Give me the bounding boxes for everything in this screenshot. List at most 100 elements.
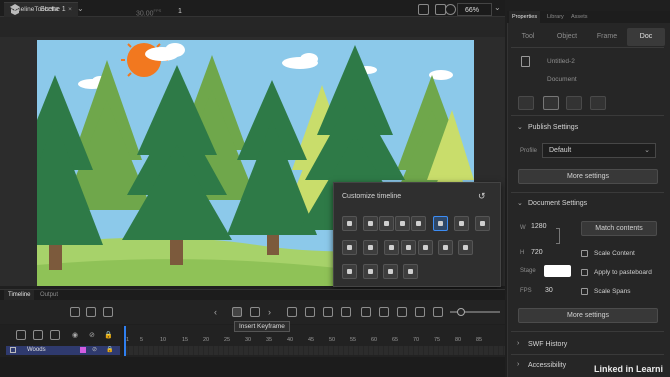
delete-layer-icon[interactable] bbox=[50, 330, 60, 340]
insert-keyframe-icon[interactable] bbox=[232, 307, 242, 317]
step-forward-icon[interactable] bbox=[403, 264, 418, 279]
layer-name[interactable]: Woods bbox=[27, 347, 46, 353]
tab-properties[interactable]: Properties bbox=[509, 11, 541, 23]
tab-object[interactable]: Object bbox=[547, 28, 587, 46]
loop-icon[interactable] bbox=[323, 307, 333, 317]
blank-frame-icon[interactable] bbox=[454, 216, 469, 231]
layer-frames[interactable] bbox=[124, 346, 505, 355]
blank-keyframe-icon[interactable] bbox=[379, 216, 394, 231]
current-frame[interactable]: 1 bbox=[178, 8, 182, 15]
onion-skin-icon[interactable] bbox=[287, 307, 297, 317]
tab-frame[interactable]: Frame bbox=[587, 28, 627, 46]
tab-tool[interactable]: Tool bbox=[509, 28, 547, 46]
chevron-right-icon[interactable]: › bbox=[268, 308, 278, 318]
clear-icon[interactable] bbox=[401, 240, 416, 255]
new-folder-icon[interactable] bbox=[33, 330, 43, 340]
text-icon[interactable] bbox=[411, 216, 426, 231]
properties-subtabs: Tool Object Frame Doc bbox=[509, 28, 666, 46]
fps-label: FPS bbox=[520, 288, 532, 294]
height-label: H bbox=[520, 250, 525, 256]
zoom-slider-handle[interactable] bbox=[457, 308, 465, 316]
new-layer-icon[interactable] bbox=[16, 330, 26, 340]
step-forward-icon[interactable] bbox=[415, 307, 425, 317]
layer-row[interactable] bbox=[6, 346, 120, 355]
tab-doc[interactable]: Doc bbox=[627, 28, 665, 46]
height-value[interactable]: 720 bbox=[531, 249, 543, 256]
stage-color-swatch[interactable] bbox=[544, 265, 571, 277]
visibility-icon[interactable]: ⊘ bbox=[92, 346, 97, 353]
chevron-right-icon[interactable] bbox=[475, 216, 490, 231]
rulers-icon[interactable] bbox=[566, 96, 582, 110]
paste-icon[interactable] bbox=[458, 240, 473, 255]
show-all-icon[interactable]: ◉ bbox=[72, 331, 78, 339]
chevron-left-icon[interactable]: ‹ bbox=[214, 308, 224, 318]
copy-icon[interactable] bbox=[438, 240, 453, 255]
center-icon[interactable] bbox=[418, 240, 433, 255]
tab-timeline[interactable]: Timeline bbox=[4, 290, 35, 300]
center-stage-icon[interactable] bbox=[445, 4, 456, 15]
chevron-down-icon: ⌄ bbox=[644, 147, 650, 154]
loop-playback-icon[interactable] bbox=[342, 264, 357, 279]
chevron-down-icon[interactable]: ⌄ bbox=[77, 4, 84, 13]
loop-icon[interactable] bbox=[384, 240, 399, 255]
match-contents-button[interactable]: Match contents bbox=[581, 221, 657, 236]
tab-library[interactable]: Library bbox=[544, 11, 567, 23]
hide-all-icon[interactable]: ⊘ bbox=[89, 331, 95, 339]
publish-more-settings-button[interactable]: More settings bbox=[518, 169, 658, 184]
paste-icon[interactable] bbox=[341, 307, 351, 317]
fps-field[interactable]: 30 bbox=[545, 287, 553, 294]
chevron-left-icon[interactable] bbox=[342, 216, 357, 231]
tab-output[interactable]: Output bbox=[36, 290, 62, 300]
play-icon[interactable] bbox=[383, 264, 398, 279]
fps-unit: FPS bbox=[153, 8, 162, 13]
scene-label[interactable]: Scene 1 bbox=[40, 6, 66, 13]
ruler-tick: 50 bbox=[329, 337, 336, 343]
blank-frame-icon[interactable] bbox=[250, 307, 260, 317]
playhead[interactable] bbox=[124, 326, 126, 356]
section-title: Publish Settings bbox=[528, 124, 579, 131]
layer-type-icon bbox=[10, 347, 16, 353]
profile-select[interactable]: Default ⌄ bbox=[542, 143, 656, 158]
reset-icon[interactable]: ↺ bbox=[478, 191, 486, 202]
lock-all-icon[interactable]: 🔒 bbox=[104, 331, 113, 339]
edit-multiple-icon[interactable] bbox=[305, 307, 315, 317]
document-more-settings-button[interactable]: More settings bbox=[518, 308, 658, 323]
tab-assets[interactable]: Assets bbox=[568, 11, 591, 23]
keyframe-icon[interactable] bbox=[363, 216, 378, 231]
width-value[interactable]: 1280 bbox=[531, 223, 547, 230]
scale-spans-label: Scale Spans bbox=[594, 288, 631, 295]
guides-icon[interactable] bbox=[543, 96, 559, 110]
play-icon[interactable] bbox=[397, 307, 407, 317]
document-name: Untitled-2 bbox=[547, 58, 575, 65]
fps-readout[interactable]: 30.00FPS bbox=[136, 8, 161, 17]
scale-spans-checkbox[interactable] bbox=[581, 288, 588, 295]
loop-icon[interactable] bbox=[433, 307, 443, 317]
step-back-icon[interactable] bbox=[379, 307, 389, 317]
chevron-down-icon[interactable]: ⌄ bbox=[494, 3, 501, 12]
edit-multiple-icon[interactable] bbox=[363, 240, 378, 255]
swf-history-header[interactable]: › SWF History bbox=[511, 338, 664, 352]
divider bbox=[511, 47, 664, 48]
lock-icon[interactable] bbox=[590, 96, 606, 110]
close-tab-icon[interactable]: × bbox=[68, 6, 72, 13]
frame-icon[interactable] bbox=[395, 216, 410, 231]
onion-skin-icon[interactable] bbox=[342, 240, 357, 255]
camera-icon[interactable] bbox=[70, 307, 80, 317]
scale-content-checkbox[interactable] bbox=[581, 250, 588, 257]
zoom-select[interactable]: 66% bbox=[457, 3, 492, 16]
layer-color-swatch[interactable] bbox=[80, 347, 86, 353]
graph-icon[interactable] bbox=[103, 307, 113, 317]
step-back-icon[interactable] bbox=[363, 264, 378, 279]
ruler-tick: 55 bbox=[350, 337, 357, 343]
lock-icon[interactable]: 🔒 bbox=[106, 346, 113, 353]
insert-keyframe-icon[interactable] bbox=[433, 216, 448, 231]
layer-depth-icon[interactable] bbox=[86, 307, 96, 317]
loop-playback-icon[interactable] bbox=[361, 307, 371, 317]
link-dimensions-icon[interactable] bbox=[556, 228, 560, 244]
hand-tool-icon[interactable] bbox=[418, 4, 429, 15]
apply-pasteboard-checkbox[interactable] bbox=[581, 269, 588, 276]
publish-settings-header[interactable]: ⌄ Publish Settings bbox=[511, 121, 664, 135]
scene-icon[interactable] bbox=[9, 4, 21, 15]
document-settings-header[interactable]: ⌄ Document Settings bbox=[511, 197, 664, 211]
snap-icon[interactable] bbox=[518, 96, 534, 110]
